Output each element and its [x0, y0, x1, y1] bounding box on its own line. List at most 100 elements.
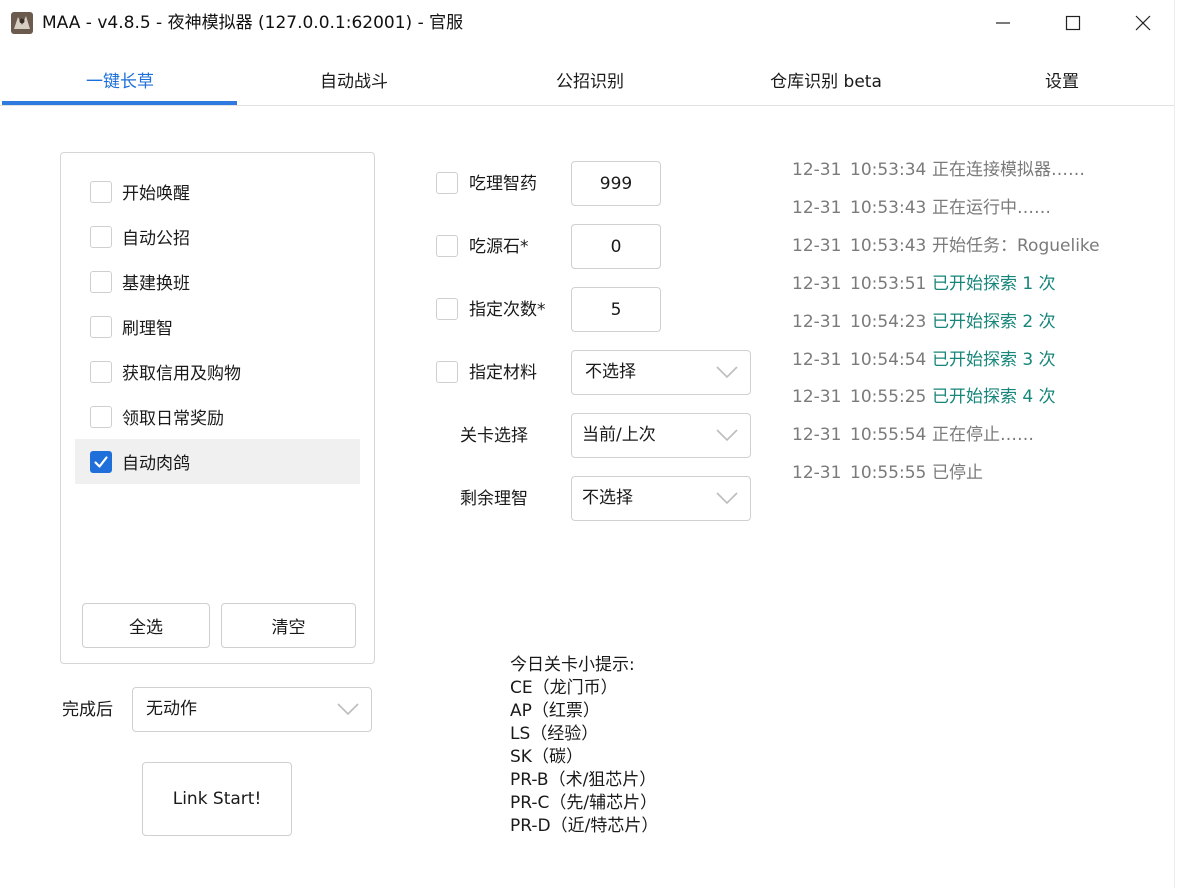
- log-entry: 12-31 10:55:55 已停止: [792, 461, 983, 485]
- log-date: 12-31: [792, 387, 842, 407]
- log-date: 12-31: [792, 160, 842, 180]
- task-checkbox[interactable]: [90, 270, 112, 293]
- title-bar: MAA - v4.8.5 - 夜神模拟器 (127.0.0.1:62001) -…: [0, 0, 1183, 46]
- log-date: 12-31: [792, 312, 842, 332]
- log-message: 正在运行中……: [932, 198, 1051, 218]
- chevron-down-icon: [716, 366, 738, 379]
- log-entry: 12-31 10:53:43 开始任务：Roguelike: [792, 234, 1100, 258]
- tips-line: SK（碳）: [510, 747, 583, 767]
- log-time: 10:53:43: [850, 236, 927, 256]
- times-label: 指定次数*: [469, 300, 546, 320]
- maximize-button[interactable]: [1038, 0, 1108, 46]
- log-time: 10:55:25: [850, 387, 927, 407]
- task-item-base[interactable]: 基建换班: [75, 259, 360, 304]
- material-select[interactable]: 不选择: [571, 350, 751, 395]
- task-checkbox[interactable]: [90, 315, 112, 338]
- tab-bar: 一键长草 自动战斗 公招识别 仓库识别 beta 设置: [0, 60, 1183, 106]
- minimize-button[interactable]: [968, 0, 1038, 46]
- stone-input[interactable]: 0: [571, 224, 661, 269]
- task-item-fight[interactable]: 刷理智: [75, 304, 360, 349]
- stone-checkbox[interactable]: [436, 235, 458, 257]
- log-entry: 12-31 10:54:54 已开始探索 3 次: [792, 348, 1056, 372]
- window-right-edge: [1174, 0, 1183, 888]
- log-time: 10:53:51: [850, 274, 927, 294]
- tab-one-click[interactable]: 一键长草: [2, 60, 238, 105]
- tips-title: 今日关卡小提示:: [510, 655, 635, 675]
- log-time: 10:54:23: [850, 312, 927, 332]
- times-input[interactable]: 5: [571, 287, 661, 332]
- tab-depot[interactable]: 仓库识别 beta: [708, 60, 944, 105]
- remaining-select[interactable]: 不选择: [571, 476, 751, 521]
- window-title: MAA - v4.8.5 - 夜神模拟器 (127.0.0.1:62001) -…: [42, 13, 464, 33]
- minimize-icon: [996, 22, 1010, 24]
- chevron-down-icon: [716, 429, 738, 442]
- task-checkbox[interactable]: [90, 405, 112, 428]
- log-message: 已开始探索 1 次: [932, 274, 1056, 294]
- task-checkbox[interactable]: [90, 450, 112, 473]
- chevron-down-icon: [716, 492, 738, 505]
- checkmark-icon: [94, 455, 108, 468]
- remaining-value: 不选择: [582, 488, 633, 508]
- log-time: 10:55:54: [850, 425, 927, 445]
- remaining-label: 剩余理智: [460, 489, 528, 509]
- log-entry: 12-31 10:53:51 已开始探索 1 次: [792, 272, 1056, 296]
- material-value: 不选择: [585, 362, 636, 382]
- log-date: 12-31: [792, 274, 842, 294]
- task-item-recruit[interactable]: 自动公招: [75, 214, 360, 259]
- log-message: 已开始探索 3 次: [932, 350, 1056, 370]
- tab-settings[interactable]: 设置: [944, 60, 1180, 105]
- task-label: 领取日常奖励: [122, 409, 224, 429]
- task-item-roguelike[interactable]: 自动肉鸽: [75, 439, 360, 484]
- medicine-checkbox[interactable]: [436, 172, 458, 194]
- log-entry: 12-31 10:54:23 已开始探索 2 次: [792, 310, 1056, 334]
- log-message: 已开始探索 4 次: [932, 387, 1056, 407]
- maa-app-icon: [11, 12, 33, 34]
- log-date: 12-31: [792, 198, 842, 218]
- log-date: 12-31: [792, 236, 842, 256]
- stage-label: 关卡选择: [460, 426, 528, 446]
- close-icon: [1135, 15, 1151, 31]
- task-label: 获取信用及购物: [122, 364, 241, 384]
- material-checkbox[interactable]: [436, 361, 458, 383]
- tab-recruit[interactable]: 公招识别: [472, 60, 708, 105]
- after-finish-label: 完成后: [62, 700, 113, 720]
- log-time: 10:54:54: [850, 350, 927, 370]
- task-item-mall[interactable]: 获取信用及购物: [75, 349, 360, 394]
- log-message: 已开始探索 2 次: [932, 312, 1056, 332]
- close-button[interactable]: [1108, 0, 1178, 46]
- log-message: 开始任务：Roguelike: [932, 236, 1100, 256]
- log-date: 12-31: [792, 463, 842, 483]
- log-message: 已停止: [932, 463, 983, 483]
- task-checkbox[interactable]: [90, 360, 112, 383]
- tab-auto-battle[interactable]: 自动战斗: [236, 60, 472, 105]
- medicine-label: 吃理智药: [469, 174, 537, 194]
- log-entry: 12-31 10:55:54 正在停止……: [792, 423, 1034, 447]
- log-date: 12-31: [792, 425, 842, 445]
- select-all-button[interactable]: 全选: [82, 603, 210, 648]
- active-tab-indicator: [2, 101, 237, 105]
- task-label: 开始唤醒: [122, 184, 190, 204]
- stage-value: 当前/上次: [582, 425, 656, 445]
- times-checkbox[interactable]: [436, 298, 458, 320]
- medicine-input[interactable]: 999: [571, 161, 661, 206]
- stage-select[interactable]: 当前/上次: [571, 413, 751, 458]
- task-label: 自动肉鸽: [122, 454, 190, 474]
- log-entry: 12-31 10:55:25 已开始探索 4 次: [792, 385, 1056, 409]
- task-label: 基建换班: [122, 274, 190, 294]
- log-message: 正在停止……: [932, 425, 1034, 445]
- tips-line: LS（经验）: [510, 724, 599, 744]
- log-entry: 12-31 10:53:34 正在连接模拟器……: [792, 158, 1085, 182]
- clear-button[interactable]: 清空: [221, 603, 356, 648]
- tips-line: PR-B（术/狙芯片）: [510, 770, 657, 790]
- task-item-award[interactable]: 领取日常奖励: [75, 394, 360, 439]
- maximize-icon: [1065, 15, 1081, 31]
- task-checkbox[interactable]: [90, 180, 112, 203]
- daily-stage-tips: 今日关卡小提示: CE（龙门币） AP（红票） LS（经验） SK（碳） PR-…: [510, 654, 658, 838]
- log-date: 12-31: [792, 350, 842, 370]
- tips-line: AP（红票）: [510, 701, 600, 721]
- task-checkbox[interactable]: [90, 225, 112, 248]
- task-label: 自动公招: [122, 229, 190, 249]
- task-item-wakeup[interactable]: 开始唤醒: [75, 169, 360, 214]
- after-finish-select[interactable]: 无动作: [132, 687, 372, 732]
- link-start-button[interactable]: Link Start!: [142, 762, 292, 836]
